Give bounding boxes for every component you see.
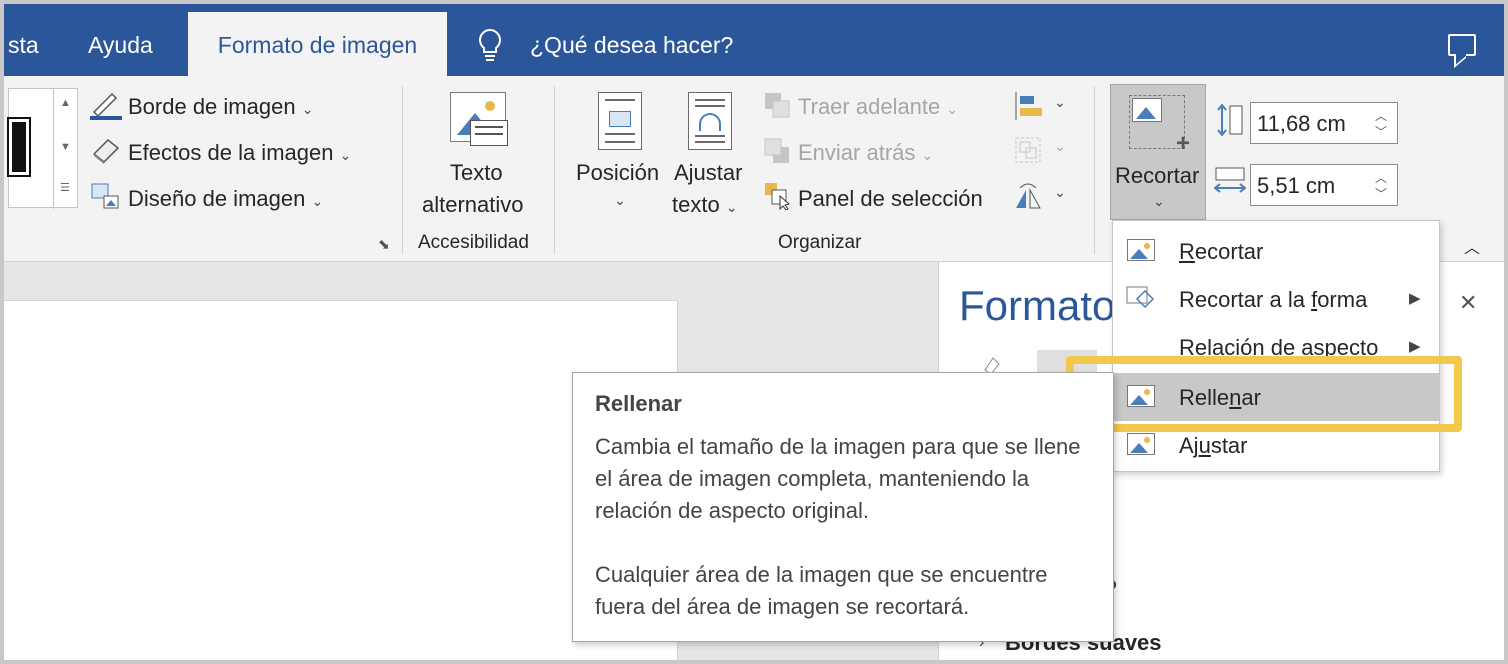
tooltip: Rellenar Cambia el tamaño de la imagen p…: [572, 372, 1114, 642]
tab-ayuda[interactable]: Ayuda: [88, 32, 153, 59]
alt-text-label-2: alternativo: [422, 192, 524, 217]
tooltip-body: Cambia el tamaño de la imagen para que s…: [595, 431, 1091, 623]
send-backward-icon: [764, 138, 790, 164]
close-icon[interactable]: ✕: [1459, 290, 1477, 316]
bring-forward-icon: [764, 92, 790, 118]
width-input[interactable]: 5,51 cm ︿ ﹀: [1250, 164, 1398, 206]
picture-style-thumbnail[interactable]: [7, 117, 31, 177]
crop-icon: [1125, 237, 1157, 265]
group-objects-icon[interactable]: ⌄: [1014, 136, 1074, 164]
picture-layout-button[interactable]: Diseño de imagen ⌄: [128, 186, 323, 212]
gallery-scrollbar: ▲ ▼ ☰: [53, 89, 79, 209]
collapse-ribbon-icon[interactable]: ︿: [1464, 234, 1480, 258]
chevron-down-icon: ⌄: [614, 192, 626, 208]
pane-title: Formato: [959, 282, 1116, 329]
position-icon: [598, 92, 642, 150]
bring-forward-button[interactable]: Traer adelante ⌄: [798, 94, 958, 120]
chevron-down-icon: ⌄: [339, 147, 352, 163]
lightbulb-icon[interactable]: [476, 28, 504, 62]
align-icon[interactable]: ⌄: [1014, 92, 1074, 120]
chevron-down-icon: ⌄: [311, 193, 324, 209]
crop-icon: +: [1129, 95, 1190, 156]
height-icon: [1216, 103, 1244, 137]
position-button[interactable]: Posición ⌄: [570, 88, 666, 226]
group-separator: [402, 86, 403, 254]
fit-icon: [1125, 431, 1157, 459]
crop-button[interactable]: + Recortar ⌄: [1110, 84, 1206, 220]
tooltip-paragraph-1: Cambia el tamaño de la imagen para que s…: [595, 434, 1081, 523]
chevron-down-icon: ⌄: [301, 101, 314, 117]
ribbon-tab-bar: sta Ayuda Formato de imagen ¿Qué desea h…: [4, 4, 1504, 76]
tell-me-search[interactable]: ¿Qué desea hacer?: [530, 32, 733, 59]
dialog-launcher-icon[interactable]: ⬊: [378, 236, 390, 253]
height-value: 11,68 cm: [1257, 111, 1346, 136]
selection-pane-button[interactable]: Panel de selección: [798, 186, 983, 212]
alt-text-button[interactable]: Texto alternativo: [414, 88, 540, 226]
group-separator: [1094, 86, 1095, 254]
group-separator: [554, 86, 555, 254]
rotate-icon[interactable]: ⌄: [1014, 182, 1074, 210]
gallery-scroll-down-icon[interactable]: ▼: [60, 141, 71, 153]
arrange-group-label: Organizar: [778, 232, 862, 253]
alt-text-label-1: Texto: [450, 160, 503, 185]
picture-border-button[interactable]: Borde de imagen ⌄: [128, 94, 313, 120]
gallery-scroll-up-icon[interactable]: ▲: [60, 97, 71, 109]
width-spinner[interactable]: ︿ ﹀: [1367, 165, 1397, 205]
submenu-arrow-icon: ▶: [1409, 338, 1421, 355]
tooltip-title: Rellenar: [595, 391, 682, 416]
picture-effects-icon: [90, 136, 122, 166]
tab-vista-partial[interactable]: sta: [8, 32, 39, 59]
width-icon: [1213, 166, 1247, 194]
wrap-text-label-1: Ajustar: [674, 160, 743, 185]
chevron-down-icon: ⌄: [1153, 193, 1165, 209]
wrap-text-label-2: texto ⌄: [672, 192, 738, 217]
width-value: 5,51 cm: [1257, 173, 1336, 198]
wrap-text-button[interactable]: Ajustar texto ⌄: [670, 88, 758, 226]
selection-pane-icon: [764, 182, 792, 211]
picture-styles-gallery[interactable]: ▲ ▼ ☰: [7, 88, 79, 209]
picture-effects-button[interactable]: Efectos de la imagen ⌄: [128, 140, 351, 166]
gallery-more-icon[interactable]: ☰: [60, 181, 70, 194]
highlight-annotation: [1066, 356, 1462, 432]
menu-item-recortar-a-la-forma[interactable]: Recortar a la forma ▶: [1113, 275, 1439, 323]
wrap-text-icon: [688, 92, 732, 150]
position-label: Posición: [576, 160, 660, 185]
picture-layout-icon: [90, 182, 122, 212]
menu-item-recortar[interactable]: Recortar: [1113, 227, 1439, 275]
crop-to-shape-icon: [1125, 285, 1157, 313]
height-input[interactable]: 11,68 cm ︿ ﹀: [1250, 102, 1398, 144]
submenu-arrow-icon: ▶: [1409, 290, 1421, 307]
crop-label: Recortar: [1115, 163, 1200, 188]
comment-icon[interactable]: [1448, 34, 1476, 56]
accessibility-group-label: Accesibilidad: [418, 232, 529, 253]
height-spinner[interactable]: ︿ ﹀: [1367, 103, 1397, 143]
app-window: sta Ayuda Formato de imagen ¿Qué desea h…: [0, 0, 1508, 664]
tab-formato-de-imagen[interactable]: Formato de imagen: [188, 12, 447, 76]
crop-dropdown-menu: Recortar Recortar a la forma ▶ Relación …: [1112, 220, 1440, 472]
send-backward-button[interactable]: Enviar atrás ⌄: [798, 140, 933, 166]
picture-border-icon: [90, 90, 122, 120]
tooltip-paragraph-2: Cualquier área de la imagen que se encue…: [595, 562, 1048, 619]
